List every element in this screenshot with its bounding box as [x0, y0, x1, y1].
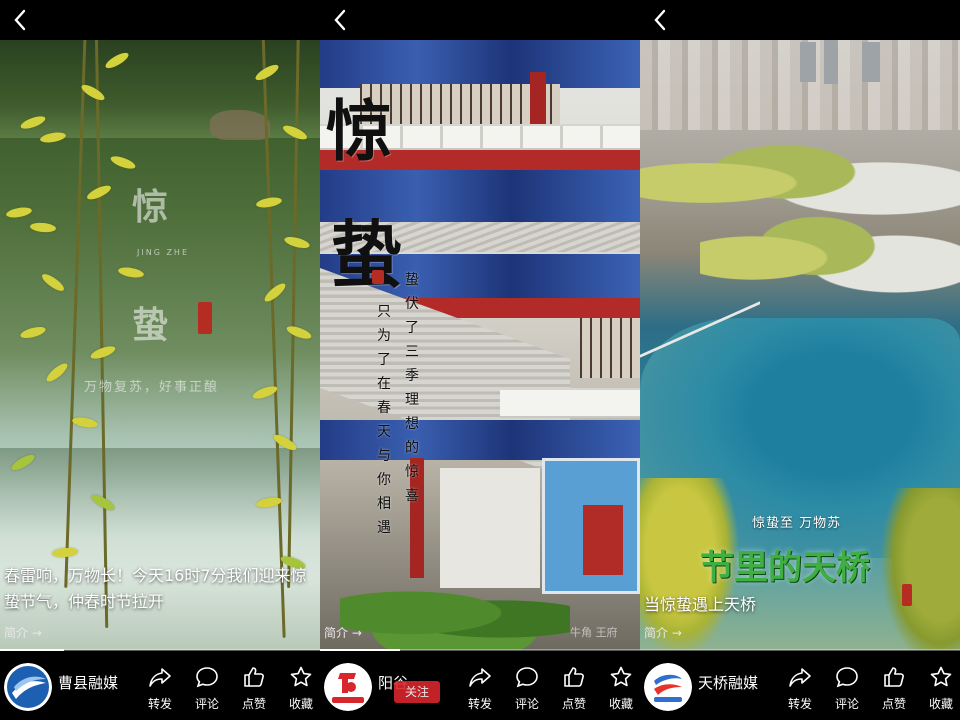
bottom-bar: 阳谷 关注 转发 评论 点赞 收藏: [320, 655, 640, 720]
like-label: 点赞: [881, 697, 906, 711]
video-progress-bar[interactable]: [320, 649, 640, 651]
account-name[interactable]: 曹县融媒: [58, 673, 120, 693]
painted-beam-4: [320, 420, 640, 460]
display-board: [542, 458, 640, 594]
star-icon: [290, 666, 312, 687]
green-bushes: [340, 588, 570, 650]
video-progress-bar[interactable]: [0, 649, 320, 651]
video-progress-bar[interactable]: [640, 649, 960, 651]
show-title: 节里的天桥: [700, 548, 870, 588]
top-bar: [640, 0, 960, 40]
back-arrow-icon[interactable]: [328, 6, 352, 34]
poem-line-2: 只为了在春天与你相遇: [377, 304, 391, 536]
back-arrow-icon[interactable]: [8, 6, 32, 34]
tower-2: [824, 38, 838, 84]
favorite-button[interactable]: 收藏: [921, 665, 960, 712]
snowy-trees: [700, 198, 960, 318]
share-button[interactable]: 转发: [140, 665, 180, 712]
star-icon: [930, 666, 952, 687]
account-name[interactable]: 天桥融媒: [698, 673, 760, 693]
like-button[interactable]: 点赞: [554, 665, 594, 712]
white-wall: [440, 468, 540, 588]
favorite-label: 收藏: [288, 697, 313, 711]
share-icon: [469, 668, 491, 687]
calligraphy-jing: 惊: [326, 92, 392, 170]
overlay-title-jing: 惊: [132, 186, 169, 228]
video-panel-3: 惊蛰至 万物苏 节里的天桥 当惊蛰遇上天桥 简介 → 天桥融媒 转发 评论 点赞: [640, 0, 960, 720]
account-avatar[interactable]: [324, 663, 372, 711]
video-caption: 春雷响，万物长！今天16时7分我们迎来惊蛰节气，仲春时节拉开: [4, 566, 307, 611]
rock: [210, 110, 270, 140]
intro-link[interactable]: 简介 →: [644, 624, 682, 641]
poem-line-1: 蛰伏了三季理想的惊喜: [405, 272, 419, 504]
balcony-rail: [500, 388, 640, 418]
intro-link[interactable]: 简介 →: [4, 624, 42, 641]
thumbs-up-icon: [244, 667, 264, 687]
overlay-title-zhe: 蛰: [132, 304, 169, 346]
red-seal-stamp: [372, 270, 384, 284]
video-frame[interactable]: 惊 JING ZHE 蛰 万物复苏，好事正酿: [0, 28, 320, 650]
bottom-bar: 曹县融媒 转发 评论 点赞 收藏: [0, 655, 320, 720]
share-icon: [149, 668, 171, 687]
comment-icon: [196, 667, 218, 688]
calligraphy-zhe: 蛰: [330, 212, 403, 297]
follow-button[interactable]: 关注: [394, 681, 440, 703]
thumbs-up-icon: [884, 667, 904, 687]
like-label: 点赞: [561, 697, 586, 711]
video-frame[interactable]: 惊蛰至 万物苏 节里的天桥: [640, 28, 960, 650]
video-frame[interactable]: 惊 蛰 蛰伏了三季理想的惊喜 只为了在春天与你相遇: [320, 28, 640, 650]
comment-button[interactable]: 评论: [187, 665, 227, 712]
share-label: 转发: [147, 697, 172, 711]
red-seal-stamp: [198, 302, 212, 334]
video-caption: 当惊蛰遇上天桥: [644, 595, 757, 614]
video-panel-2: 惊 蛰 蛰伏了三季理想的惊喜 只为了在春天与你相遇 简介 → 牛角 王府 阳谷 …: [320, 0, 640, 720]
favorite-label: 收藏: [608, 697, 633, 711]
willow-foreground-right: [880, 488, 960, 650]
like-button[interactable]: 点赞: [234, 665, 274, 712]
background-trees: [0, 28, 320, 138]
bottom-bar: 天桥融媒 转发 评论 点赞 收藏: [640, 655, 960, 720]
comment-icon: [836, 667, 858, 688]
location-watermark: 牛角 王府: [570, 626, 618, 639]
star-icon: [610, 666, 632, 687]
overlay-pinyin: JING ZHE: [137, 248, 189, 257]
comment-label: 评论: [194, 697, 219, 711]
tower-1: [800, 42, 816, 82]
share-label: 转发: [787, 697, 812, 711]
side-windows: [580, 318, 640, 378]
water-reflection: [0, 448, 320, 538]
comment-button[interactable]: 评论: [827, 665, 867, 712]
share-button[interactable]: 转发: [460, 665, 500, 712]
share-icon: [789, 668, 811, 687]
back-arrow-icon[interactable]: [648, 6, 672, 34]
account-avatar[interactable]: [4, 663, 52, 711]
overlay-subtitle: 万物复苏，好事正酿: [84, 380, 220, 395]
top-bar: [320, 0, 640, 40]
favorite-button[interactable]: 收藏: [601, 665, 640, 712]
like-label: 点赞: [241, 697, 266, 711]
intro-link[interactable]: 简介 →: [324, 624, 362, 641]
favorite-button[interactable]: 收藏: [281, 665, 320, 712]
favorite-label: 收藏: [928, 697, 953, 711]
account-avatar[interactable]: [644, 663, 692, 711]
share-button[interactable]: 转发: [780, 665, 820, 712]
like-button[interactable]: 点赞: [874, 665, 914, 712]
comment-label: 评论: [834, 697, 859, 711]
share-label: 转发: [467, 697, 492, 711]
comment-icon: [516, 667, 538, 688]
comment-label: 评论: [514, 697, 539, 711]
top-bar: [0, 0, 320, 40]
comment-button[interactable]: 评论: [507, 665, 547, 712]
tower-3: [862, 42, 880, 82]
overlay-tag: 惊蛰至 万物苏: [752, 516, 842, 531]
video-panel-1: 惊 JING ZHE 蛰 万物复苏，好事正酿 春雷响，万物长！今天16时7分我们…: [0, 0, 320, 720]
thumbs-up-icon: [564, 667, 584, 687]
